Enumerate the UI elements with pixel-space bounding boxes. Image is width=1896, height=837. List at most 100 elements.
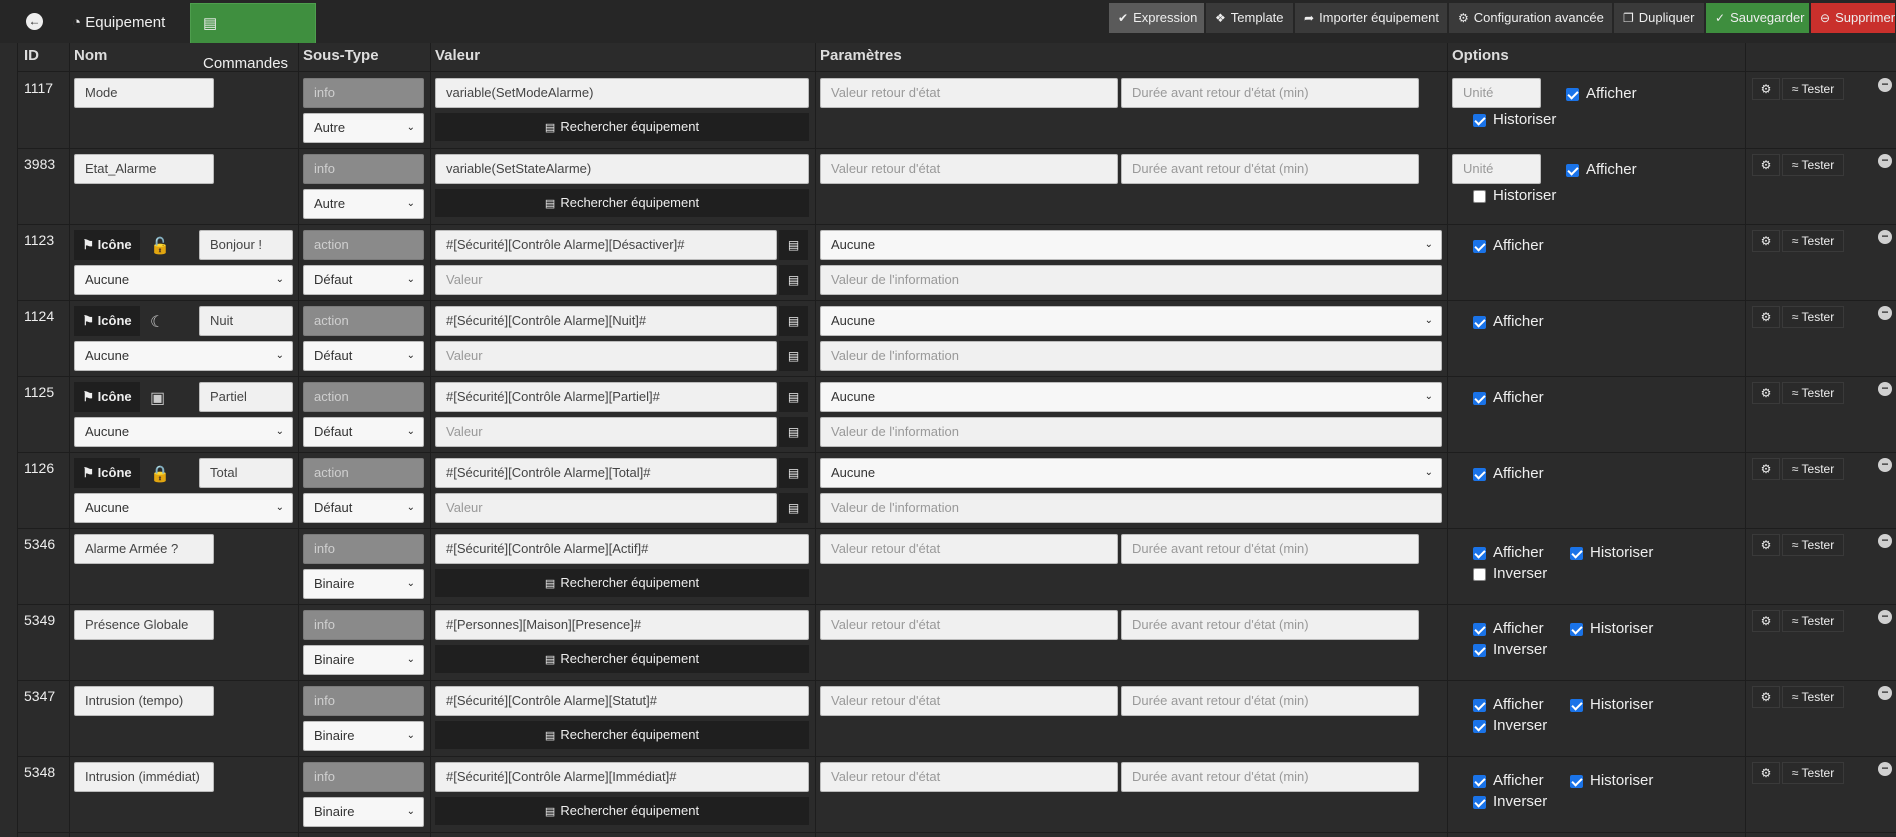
delete-button[interactable]: ⊖ Supprimer [1811,3,1896,33]
generic-type-select[interactable]: Aucune ⌄ [74,341,293,371]
return-delay-input[interactable]: Durée avant retour d'état (min) [1121,534,1419,564]
cog-icon[interactable]: ⚙ [1752,762,1780,784]
test-button[interactable]: ≈ Tester [1782,382,1844,404]
test-button[interactable]: ≈ Tester [1782,610,1844,632]
cog-icon[interactable]: ⚙ [1752,230,1780,252]
choose-icon-button[interactable]: ⚑ Icône [74,230,140,260]
unit-input[interactable]: Unité [1452,154,1541,184]
afficher-checkbox[interactable] [1566,164,1579,177]
return-delay-input[interactable]: Durée avant retour d'état (min) [1121,762,1419,792]
remove-command-icon[interactable]: − [1878,458,1892,472]
value-input[interactable]: #[Sécurité][Contrôle Alarme][Partiel]# [435,382,777,412]
list-alt-icon[interactable]: ▤ [779,417,808,447]
remove-command-icon[interactable]: − [1878,78,1892,92]
update-command-select[interactable]: Aucune ⌄ [820,382,1442,412]
inverser-checkbox[interactable] [1473,796,1486,809]
value-input[interactable]: #[Sécurité][Contrôle Alarme][Désactiver]… [435,230,777,260]
return-value-input[interactable]: Valeur retour d'état [820,154,1118,184]
list-alt-icon[interactable]: ▤ [779,341,808,371]
choose-icon-button[interactable]: ⚑ Icône [74,306,140,336]
return-value-input[interactable]: Valeur retour d'état [820,686,1118,716]
return-value-input[interactable]: Valeur retour d'état [820,610,1118,640]
command-name-input[interactable]: Présence Globale [74,610,214,640]
value-secondary-input[interactable]: Valeur [435,493,777,523]
remove-command-icon[interactable]: − [1878,154,1892,168]
afficher-checkbox[interactable] [1473,392,1486,405]
save-button[interactable]: ✓ Sauvegarder [1706,3,1810,33]
command-name-input[interactable]: Nuit [199,306,293,336]
afficher-checkbox[interactable] [1473,699,1486,712]
test-button[interactable]: ≈ Tester [1782,762,1844,784]
inverser-checkbox[interactable] [1473,720,1486,733]
cog-icon[interactable]: ⚙ [1752,154,1780,176]
import-equipment-button[interactable]: ➦ Importer équipement [1295,3,1448,33]
return-delay-input[interactable]: Durée avant retour d'état (min) [1121,610,1419,640]
generic-type-select[interactable]: Aucune ⌄ [74,265,293,295]
test-button[interactable]: ≈ Tester [1782,458,1844,480]
subtype-select[interactable]: Autre ⌄ [303,113,424,143]
afficher-checkbox[interactable] [1473,468,1486,481]
search-equipment-button[interactable]: ▤ Rechercher équipement [435,797,809,825]
command-name-input[interactable]: Partiel [199,382,293,412]
unit-input[interactable]: Unité [1452,78,1541,108]
list-alt-icon[interactable]: ▤ [779,458,808,488]
test-button[interactable]: ≈ Tester [1782,154,1844,176]
template-button[interactable]: ❖ Template [1206,3,1294,33]
generic-type-select[interactable]: Aucune ⌄ [74,417,293,447]
afficher-checkbox[interactable] [1473,623,1486,636]
tab-equipement[interactable]: ◔ Equipement [60,3,177,43]
value-textarea[interactable]: variable(SetStateAlarme) [435,154,809,184]
test-button[interactable]: ≈ Tester [1782,534,1844,556]
list-alt-icon[interactable]: ▤ [779,493,808,523]
remove-command-icon[interactable]: − [1878,762,1892,776]
value-input[interactable]: #[Sécurité][Contrôle Alarme][Nuit]# [435,306,777,336]
update-command-select[interactable]: Aucune ⌄ [820,458,1442,488]
cog-icon[interactable]: ⚙ [1752,78,1780,100]
subtype-select[interactable]: Défaut ⌄ [303,417,424,447]
value-textarea[interactable]: #[Personnes][Maison][Presence]# [435,610,809,640]
historiser-checkbox[interactable] [1570,547,1583,560]
value-input[interactable]: #[Sécurité][Contrôle Alarme][Total]# [435,458,777,488]
update-command-select[interactable]: Aucune ⌄ [820,306,1442,336]
subtype-select[interactable]: Autre ⌄ [303,189,424,219]
return-value-input[interactable]: Valeur retour d'état [820,534,1118,564]
return-delay-input[interactable]: Durée avant retour d'état (min) [1121,78,1419,108]
return-value-input[interactable]: Valeur retour d'état [820,78,1118,108]
info-value-input[interactable]: Valeur de l'information [820,493,1442,523]
command-name-input[interactable]: Total [199,458,293,488]
info-value-input[interactable]: Valeur de l'information [820,341,1442,371]
return-delay-input[interactable]: Durée avant retour d'état (min) [1121,686,1419,716]
cog-icon[interactable]: ⚙ [1752,610,1780,632]
remove-command-icon[interactable]: − [1878,382,1892,396]
subtype-select[interactable]: Binaire ⌄ [303,721,424,751]
inverser-checkbox[interactable] [1473,644,1486,657]
historiser-checkbox[interactable] [1473,114,1486,127]
test-button[interactable]: ≈ Tester [1782,230,1844,252]
cog-icon[interactable]: ⚙ [1752,306,1780,328]
value-secondary-input[interactable]: Valeur [435,417,777,447]
cog-icon[interactable]: ⚙ [1752,382,1780,404]
remove-command-icon[interactable]: − [1878,686,1892,700]
command-name-input[interactable]: Alarme Armée ? [74,534,214,564]
cog-icon[interactable]: ⚙ [1752,534,1780,556]
subtype-select[interactable]: Binaire ⌄ [303,645,424,675]
afficher-checkbox[interactable] [1566,88,1579,101]
return-value-input[interactable]: Valeur retour d'état [820,762,1118,792]
remove-command-icon[interactable]: − [1878,534,1892,548]
tab-commandes[interactable]: ▤ Commandes [190,3,316,72]
expression-button[interactable]: ✔ Expression [1109,3,1205,33]
historiser-checkbox[interactable] [1570,699,1583,712]
command-name-input[interactable]: Bonjour ! [199,230,293,260]
search-equipment-button[interactable]: ▤ Rechercher équipement [435,645,809,673]
update-command-select[interactable]: Aucune ⌄ [820,230,1442,260]
duplicate-button[interactable]: ❐ Dupliquer [1614,3,1705,33]
afficher-checkbox[interactable] [1473,240,1486,253]
subtype-select[interactable]: Défaut ⌄ [303,493,424,523]
value-textarea[interactable]: #[Sécurité][Contrôle Alarme][Immédiat]# [435,762,809,792]
subtype-select[interactable]: Défaut ⌄ [303,341,424,371]
info-value-input[interactable]: Valeur de l'information [820,265,1442,295]
command-name-input[interactable]: Etat_Alarme [74,154,214,184]
value-textarea[interactable]: #[Sécurité][Contrôle Alarme][Statut]# [435,686,809,716]
historiser-checkbox[interactable] [1570,775,1583,788]
advanced-config-button[interactable]: ⚙ Configuration avancée [1449,3,1613,33]
